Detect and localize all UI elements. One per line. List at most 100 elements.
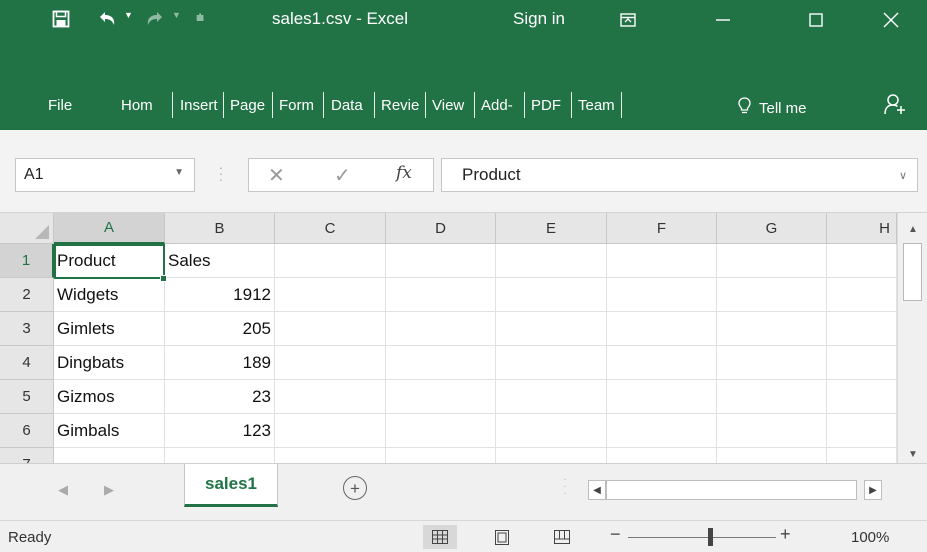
vertical-scrollbar[interactable]: ▲ ▼: [897, 213, 927, 463]
cell-f3[interactable]: [607, 312, 717, 346]
cell-d1[interactable]: [386, 244, 496, 278]
normal-view-icon[interactable]: [423, 525, 457, 549]
insert-function-icon[interactable]: fx: [396, 163, 412, 183]
horizontal-scroll-thumb[interactable]: [606, 480, 857, 500]
sign-in-link[interactable]: Sign in: [513, 9, 565, 29]
row-header-5[interactable]: 5: [0, 380, 54, 414]
cell-b1[interactable]: Sales: [165, 244, 275, 278]
cell-e6[interactable]: [496, 414, 607, 448]
previous-sheet-icon[interactable]: ◀: [58, 482, 68, 498]
maximize-icon[interactable]: [793, 5, 839, 35]
tab-insert[interactable]: Insert: [180, 91, 220, 119]
cell-d7[interactable]: [386, 448, 496, 463]
scroll-left-icon[interactable]: ◀: [588, 480, 606, 500]
zoom-slider-track[interactable]: [628, 537, 776, 538]
cell-c2[interactable]: [275, 278, 386, 312]
cell-h2[interactable]: [827, 278, 897, 312]
row-header-1[interactable]: 1: [0, 244, 54, 278]
cell-h5[interactable]: [827, 380, 897, 414]
cell-h3[interactable]: [827, 312, 897, 346]
cell-c4[interactable]: [275, 346, 386, 380]
tab-add-ins[interactable]: Add-: [481, 91, 521, 119]
cell-g1[interactable]: [717, 244, 827, 278]
tab-data[interactable]: Data: [331, 91, 371, 119]
column-header-f[interactable]: F: [607, 213, 717, 244]
cell-g7[interactable]: [717, 448, 827, 463]
cell-f1[interactable]: [607, 244, 717, 278]
tab-page-layout[interactable]: Page: [230, 91, 267, 119]
select-all-button[interactable]: [0, 213, 54, 244]
ribbon-display-options-icon[interactable]: [605, 5, 651, 35]
undo-icon[interactable]: [96, 10, 118, 28]
tab-pdf[interactable]: PDF: [531, 91, 567, 119]
cell-e5[interactable]: [496, 380, 607, 414]
tab-review[interactable]: Revie: [381, 91, 422, 119]
row-header-3[interactable]: 3: [0, 312, 54, 346]
column-header-d[interactable]: D: [386, 213, 496, 244]
cell-e2[interactable]: [496, 278, 607, 312]
next-sheet-icon[interactable]: ▶: [104, 482, 114, 498]
scroll-down-icon[interactable]: ▼: [898, 445, 927, 463]
cell-g5[interactable]: [717, 380, 827, 414]
cell-d2[interactable]: [386, 278, 496, 312]
name-box[interactable]: A1 ▼: [15, 158, 195, 192]
cell-a3[interactable]: Gimlets: [54, 312, 165, 346]
cell-b3[interactable]: 205: [165, 312, 275, 346]
cell-f7[interactable]: [607, 448, 717, 463]
cell-c3[interactable]: [275, 312, 386, 346]
cell-d4[interactable]: [386, 346, 496, 380]
cell-a1[interactable]: Product: [54, 244, 165, 278]
minimize-icon[interactable]: [700, 5, 746, 35]
cell-e3[interactable]: [496, 312, 607, 346]
save-icon[interactable]: [52, 10, 70, 28]
cell-g4[interactable]: [717, 346, 827, 380]
fill-handle[interactable]: [160, 275, 167, 282]
column-header-a[interactable]: A: [54, 213, 165, 244]
column-header-h[interactable]: H: [827, 213, 897, 244]
zoom-percentage[interactable]: 100%: [851, 529, 889, 546]
tab-team[interactable]: Team: [578, 91, 616, 119]
column-header-c[interactable]: C: [275, 213, 386, 244]
worksheet-grid[interactable]: A B C D E F G H 1 Product Sales 2 Widget…: [0, 213, 927, 463]
tab-file[interactable]: File: [48, 91, 72, 119]
formula-input[interactable]: Product ∨: [441, 158, 918, 192]
scroll-up-icon[interactable]: ▲: [898, 219, 927, 239]
tell-me-search[interactable]: Tell me: [738, 97, 807, 119]
cell-g2[interactable]: [717, 278, 827, 312]
cell-e4[interactable]: [496, 346, 607, 380]
cell-g6[interactable]: [717, 414, 827, 448]
column-header-e[interactable]: E: [496, 213, 607, 244]
cell-c7[interactable]: [275, 448, 386, 463]
tab-formulas[interactable]: Form: [279, 91, 319, 119]
enter-entry-icon[interactable]: ✓: [334, 163, 351, 188]
zoom-slider-thumb[interactable]: [708, 528, 713, 546]
cell-b2[interactable]: 1912: [165, 278, 275, 312]
page-layout-view-icon[interactable]: [485, 525, 519, 549]
expand-formula-bar-icon[interactable]: ∨: [899, 169, 907, 182]
zoom-out-button[interactable]: −: [610, 524, 621, 545]
cell-f2[interactable]: [607, 278, 717, 312]
cell-b7[interactable]: [165, 448, 275, 463]
customize-qat-icon[interactable]: ⩧: [196, 9, 204, 26]
cell-d5[interactable]: [386, 380, 496, 414]
cell-f4[interactable]: [607, 346, 717, 380]
undo-dropdown-icon[interactable]: ▼: [124, 10, 133, 20]
close-icon[interactable]: [868, 5, 914, 35]
cell-g3[interactable]: [717, 312, 827, 346]
cell-h4[interactable]: [827, 346, 897, 380]
cell-a7[interactable]: [54, 448, 165, 463]
cell-h1[interactable]: [827, 244, 897, 278]
cell-c6[interactable]: [275, 414, 386, 448]
new-sheet-button[interactable]: +: [343, 476, 367, 500]
horizontal-scrollbar[interactable]: ◀ ▶: [588, 480, 897, 500]
redo-dropdown-icon[interactable]: ▼: [172, 10, 181, 20]
vertical-scroll-thumb[interactable]: [903, 243, 922, 301]
cell-f6[interactable]: [607, 414, 717, 448]
cell-a5[interactable]: Gizmos: [54, 380, 165, 414]
row-header-7[interactable]: 7: [0, 448, 54, 463]
name-box-dropdown-icon[interactable]: ▼: [174, 167, 184, 178]
cell-b6[interactable]: 123: [165, 414, 275, 448]
cell-b4[interactable]: 189: [165, 346, 275, 380]
cell-a6[interactable]: Gimbals: [54, 414, 165, 448]
sheet-tab-sales1[interactable]: sales1: [184, 464, 278, 507]
